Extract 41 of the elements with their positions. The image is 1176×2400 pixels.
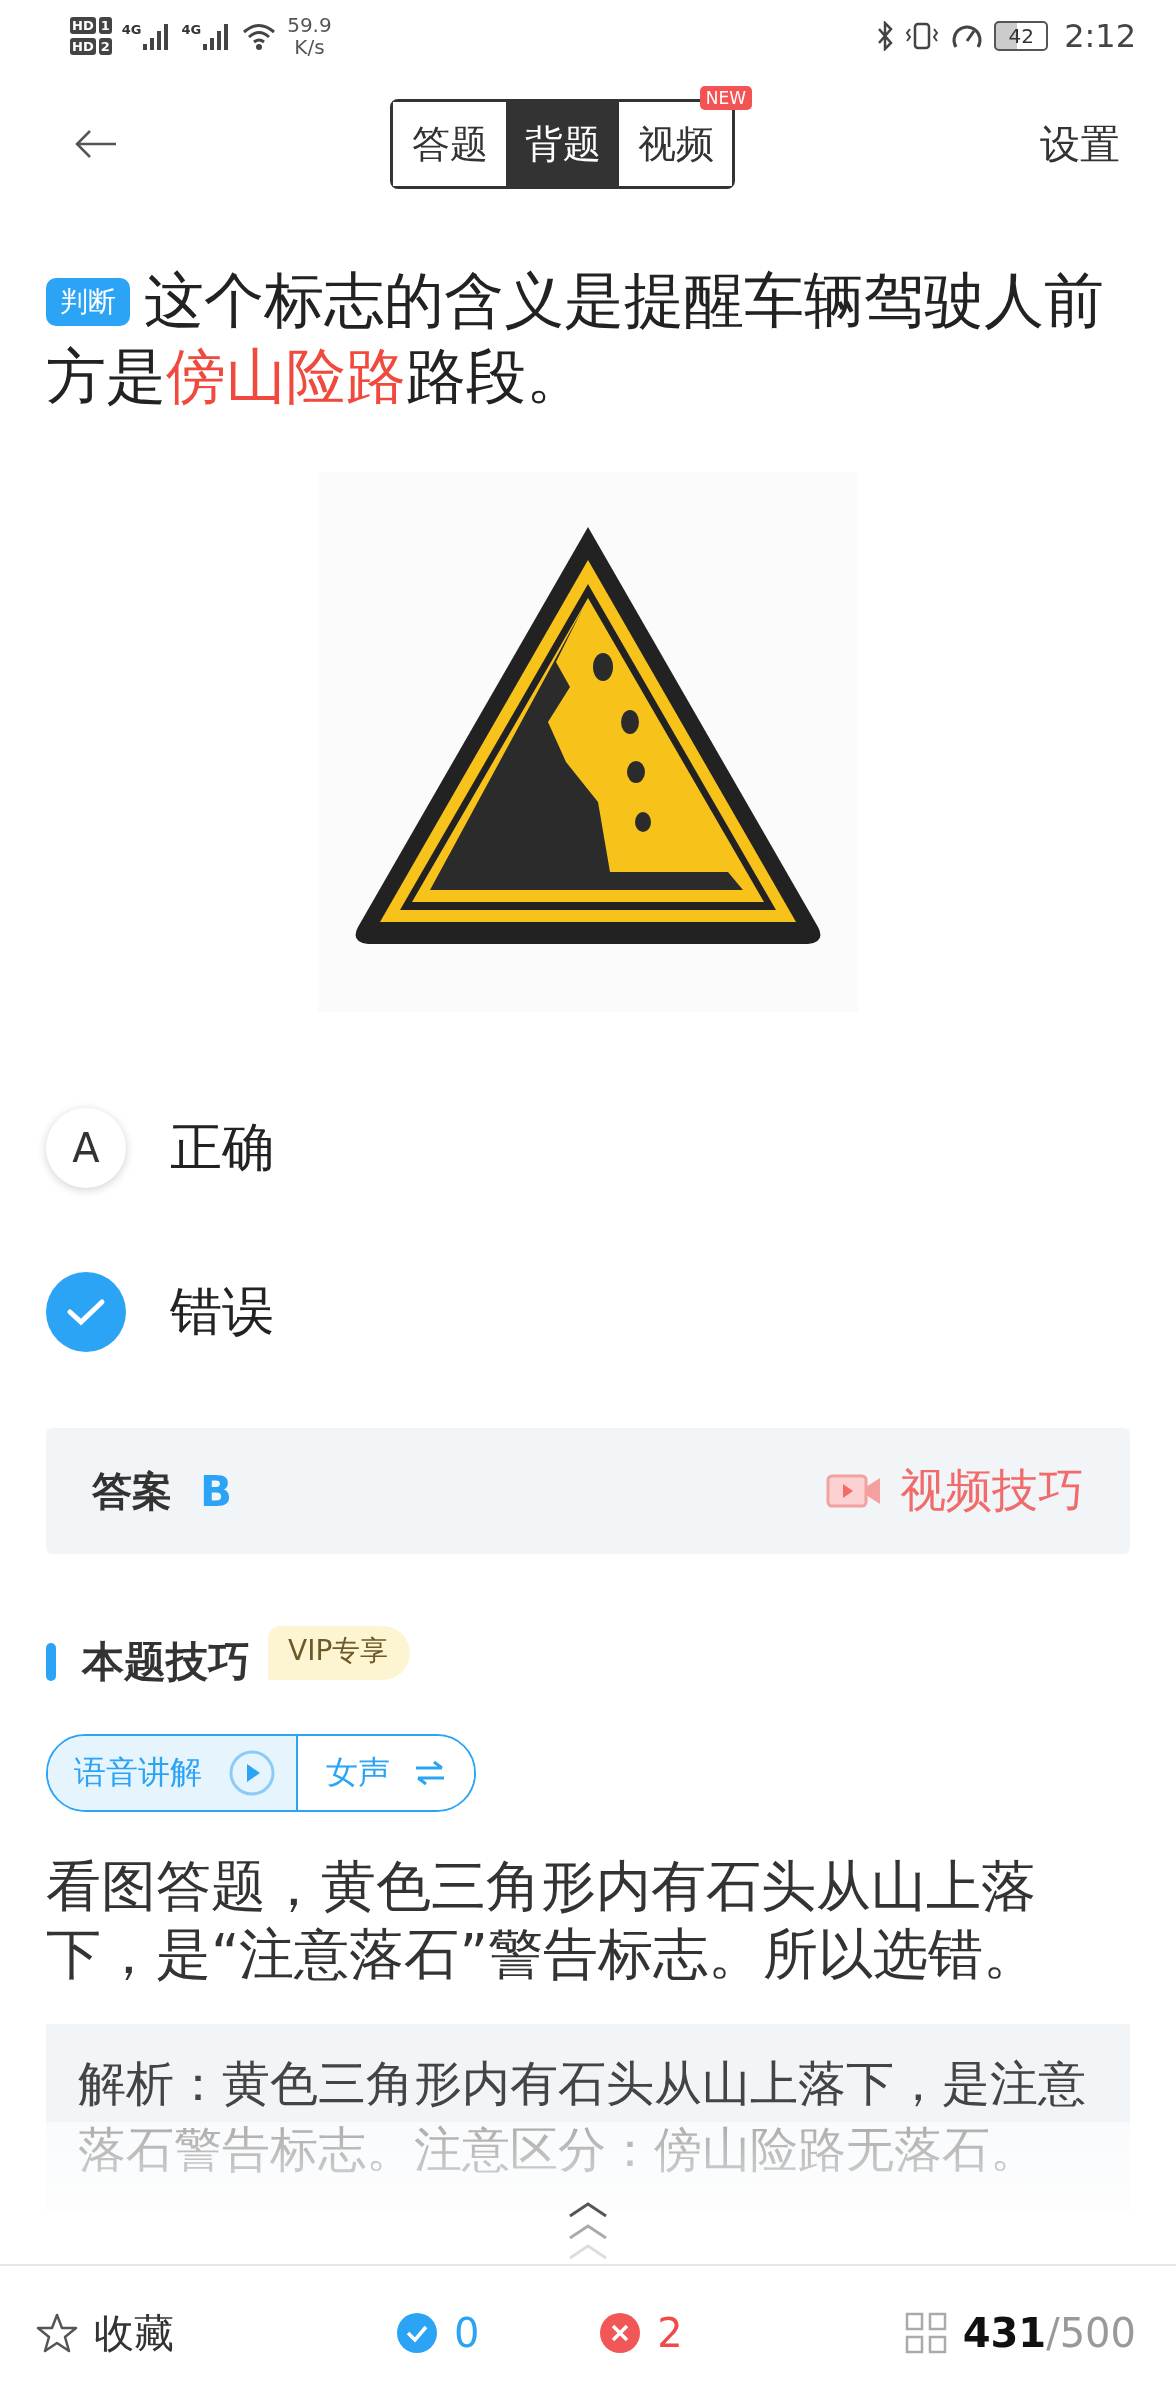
network-type: 4G	[181, 22, 202, 37]
section-title: 本题技巧	[82, 1636, 250, 1688]
option-text[interactable]: 正确	[170, 1113, 274, 1183]
question-text: 判断 这个标志的含义是提醒车辆驾驶人前方是傍山险路路段。	[46, 264, 1105, 413]
vip-badge: VIP专享	[268, 1626, 411, 1680]
network-type: 4G	[121, 22, 142, 37]
answer-label: 答案	[92, 1466, 172, 1516]
network-speed: 59.9	[287, 14, 332, 36]
new-badge: NEW	[699, 86, 752, 110]
sim-label: HD	[70, 17, 96, 34]
progress-button[interactable]: 431/500	[904, 2310, 1136, 2356]
video-camera-icon	[826, 1472, 882, 1510]
wrong-count: 2	[657, 2310, 683, 2356]
correct-count: 0	[453, 2310, 480, 2356]
option-letter[interactable]: A	[46, 1108, 126, 1188]
analysis-text: 解析：黄色三角形内有石头从山上落下，是注意落石警告标志。注意区分：傍山险路无落石。	[78, 2054, 1087, 2179]
back-icon[interactable]	[74, 129, 118, 159]
answer-value: B	[200, 1466, 232, 1516]
clock-time: 2:12	[1064, 17, 1136, 55]
grid-icon	[904, 2312, 947, 2354]
accent-bar	[46, 1643, 56, 1681]
star-icon	[36, 2312, 78, 2354]
sim-slot: 2	[98, 38, 112, 55]
battery-icon: 42	[994, 21, 1049, 51]
speed-unit: K/s	[294, 36, 325, 58]
vibrate-icon	[904, 21, 941, 51]
settings-button[interactable]: 设置	[1023, 102, 1136, 186]
option-text[interactable]: 错误	[170, 1277, 274, 1347]
correct-icon	[395, 2312, 438, 2354]
mode-tab[interactable]: 背题	[506, 102, 619, 186]
sim-slot: 1	[98, 17, 112, 34]
swap-icon	[414, 1760, 446, 1786]
play-icon	[228, 1749, 276, 1797]
total-count: /500	[1046, 2310, 1136, 2356]
favorite-button[interactable]: 收藏	[36, 2305, 174, 2361]
bluetooth-icon	[876, 21, 895, 51]
wrong-icon	[599, 2312, 642, 2354]
sim-label: HD	[70, 38, 96, 55]
tip-text: 看图答题，黄色三角形内有石头从山上落下，是“注意落石”警告标志。所以选错。	[46, 1853, 1039, 1988]
current-number: 431	[962, 2310, 1047, 2356]
question-type-tag: 判断	[46, 278, 130, 326]
